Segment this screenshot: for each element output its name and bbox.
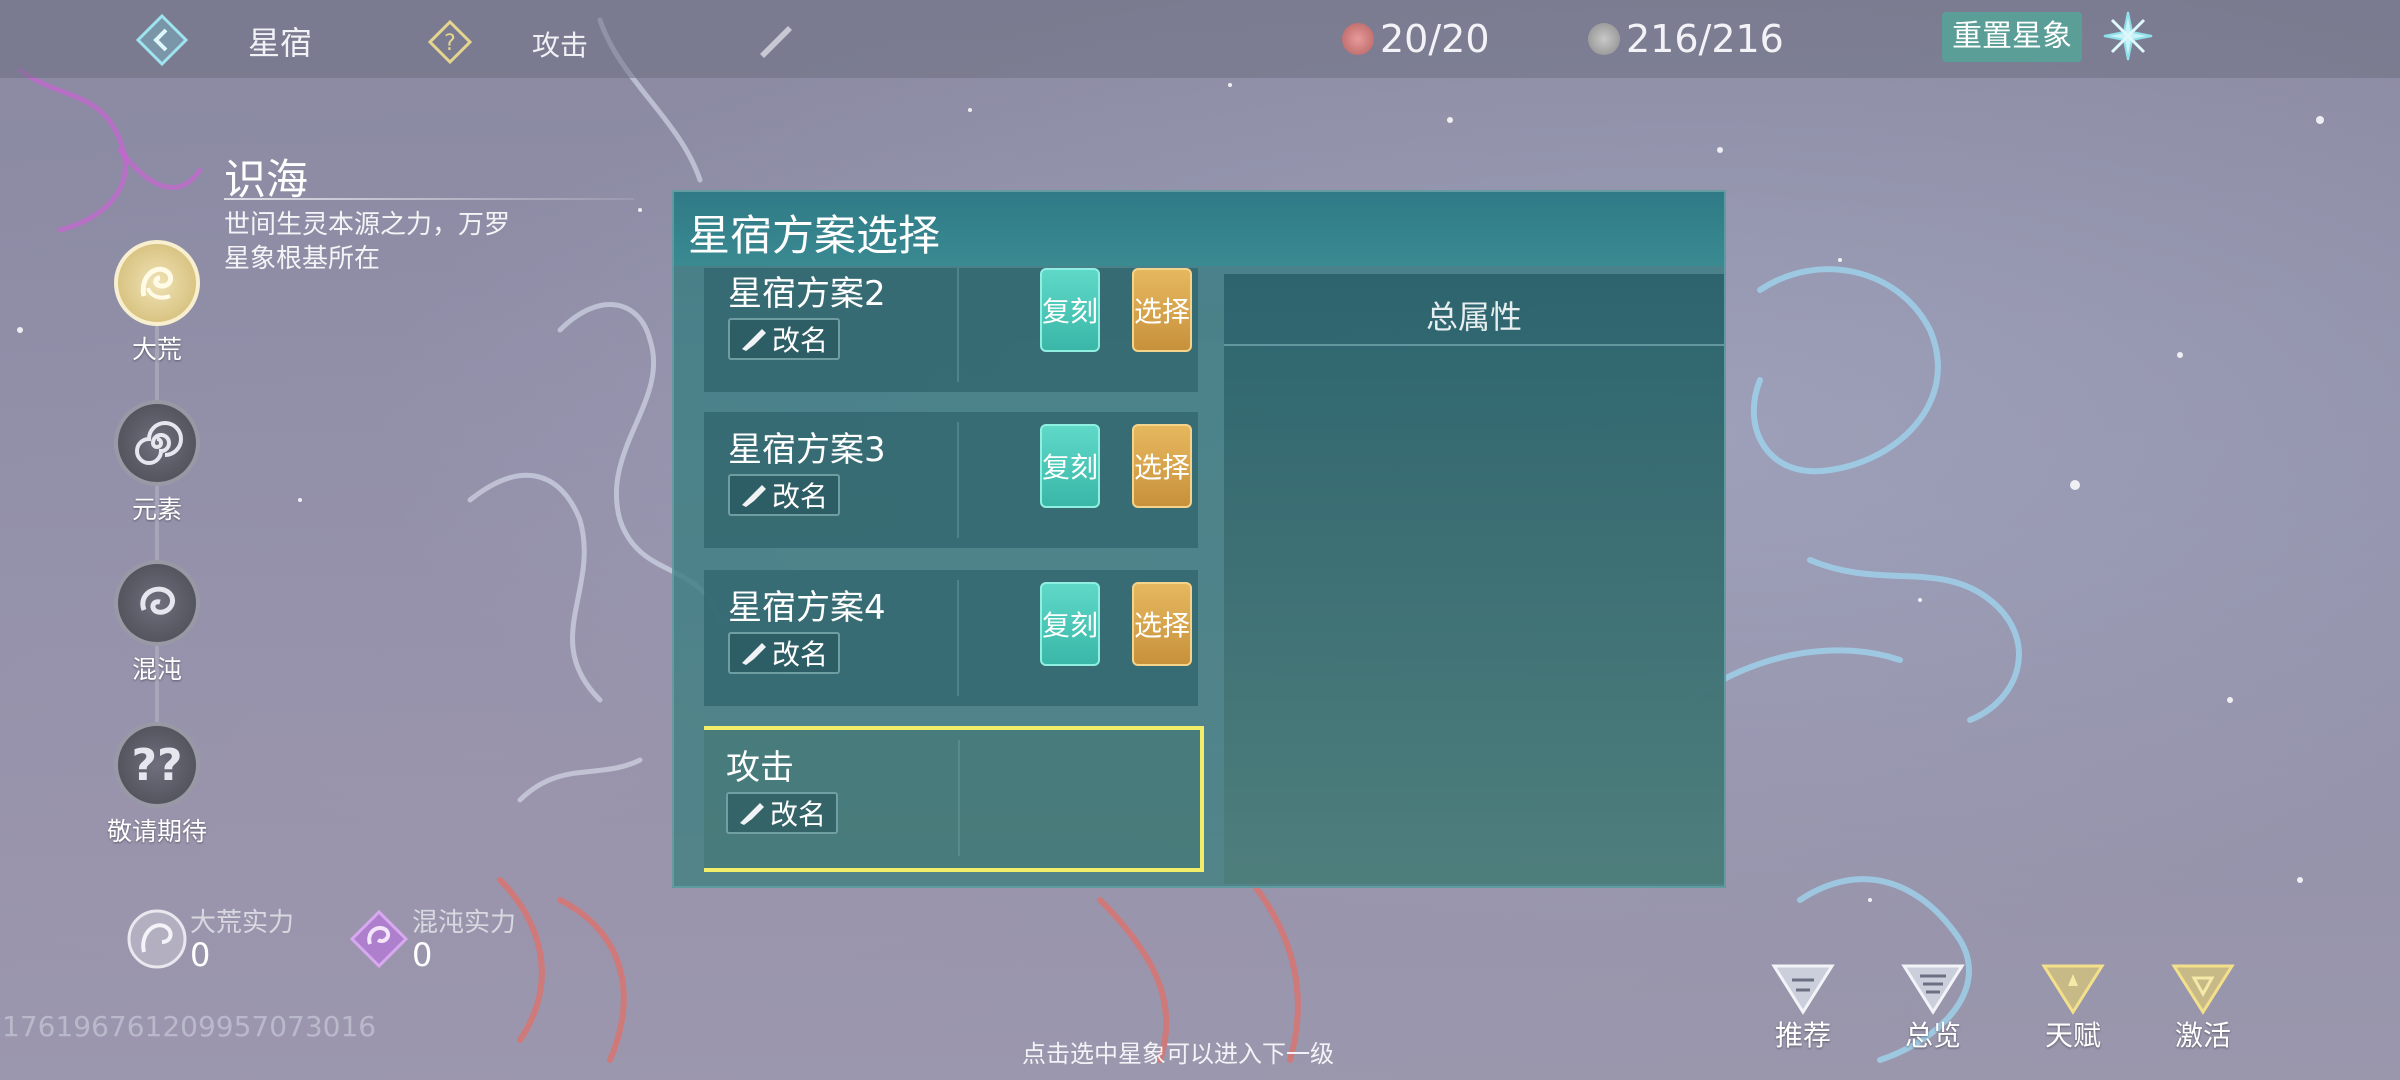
scheme-title: 星宿方案4 bbox=[728, 588, 886, 628]
scheme-title: 攻击 bbox=[726, 748, 794, 788]
nav-item-elements[interactable]: 元素 bbox=[77, 400, 237, 526]
nav-item-dahuang[interactable]: 大荒 bbox=[77, 240, 237, 366]
reset-constellation-button[interactable]: 重置星象 bbox=[1942, 12, 2082, 62]
scheme-row-selected[interactable]: 攻击 改名 bbox=[704, 726, 1204, 872]
nav-label-dahuang: 大荒 bbox=[131, 335, 182, 364]
nav-item-coming-soon[interactable]: ?? 敬请期待 bbox=[77, 722, 237, 848]
activate-label: 激活 bbox=[2174, 1019, 2231, 1052]
scheme-row[interactable]: 星宿方案3 改名 复刻 选择 bbox=[704, 412, 1198, 548]
svg-text:?: ? bbox=[444, 31, 456, 56]
pen-icon bbox=[741, 485, 766, 507]
user-id: 1761967612099570730​16 bbox=[2, 1010, 377, 1043]
red-gem-icon bbox=[1342, 23, 1374, 55]
scheme-row[interactable]: 星宿方案2 改名 复刻 选择 bbox=[704, 268, 1198, 392]
rename-button[interactable]: 改名 bbox=[728, 474, 840, 516]
silver-gem-icon bbox=[1588, 23, 1620, 55]
talent-button[interactable]: 天赋 bbox=[2018, 960, 2128, 1054]
row-divider bbox=[957, 422, 959, 538]
scheme-selection-panel: 星宿方案选择 星宿方案2 改名 复刻 选择 星宿方案3 改名 复刻 选择 星宿方… bbox=[672, 190, 1726, 888]
overview-label: 总览 bbox=[1904, 1019, 1961, 1052]
chaos-swirl-icon bbox=[114, 560, 200, 646]
total-attributes-panel: 总属性 bbox=[1224, 274, 1724, 884]
pen-icon bbox=[741, 329, 766, 351]
rename-label: 改名 bbox=[771, 324, 828, 357]
hint-text: 点击选中星象可以进入下一级 bbox=[1022, 1040, 1334, 1068]
pen-icon bbox=[739, 803, 764, 825]
talent-label: 天赋 bbox=[2044, 1019, 2101, 1052]
copy-button[interactable]: 复刻 bbox=[1040, 424, 1100, 508]
copy-button[interactable]: 复刻 bbox=[1040, 268, 1100, 352]
rename-label: 改名 bbox=[771, 638, 828, 671]
talent-icon bbox=[2041, 964, 2105, 1015]
chaos-power: 混沌实力 0 bbox=[348, 908, 516, 972]
section-description: 世间生灵本源之力，万罗星象根基所在 bbox=[224, 210, 511, 274]
activate-button[interactable]: 激活 bbox=[2148, 960, 2258, 1054]
scheme-title: 星宿方案3 bbox=[728, 430, 886, 470]
scheme-title: 星宿方案2 bbox=[728, 274, 886, 314]
resource-counter-1: 20/20 bbox=[1342, 14, 1490, 64]
panel-header: 星宿方案选择 bbox=[674, 192, 1724, 266]
choose-button[interactable]: 选择 bbox=[1132, 424, 1192, 508]
dahuang-power: 大荒实力 0 bbox=[126, 908, 294, 972]
row-divider bbox=[957, 268, 959, 382]
row-divider bbox=[958, 740, 960, 856]
choose-button[interactable]: 选择 bbox=[1132, 268, 1192, 352]
power-label: 混沌实力 bbox=[412, 908, 517, 938]
resource-counter-2: 216/216 bbox=[1588, 14, 1784, 64]
power-value: 0 bbox=[190, 936, 211, 974]
activate-icon bbox=[2171, 964, 2235, 1015]
rename-button[interactable]: 改名 bbox=[728, 632, 840, 674]
chaos-power-icon bbox=[349, 909, 409, 969]
rename-label: 改名 bbox=[771, 480, 828, 513]
current-scheme-name[interactable]: 攻击 bbox=[532, 24, 588, 64]
total-attributes-title: 总属性 bbox=[1425, 298, 1522, 336]
question-marks-icon: ?? bbox=[114, 722, 200, 808]
recommend-label: 推荐 bbox=[1774, 1019, 1831, 1052]
recommend-icon bbox=[1771, 964, 1835, 1015]
choose-button[interactable]: 选择 bbox=[1132, 582, 1192, 666]
dahuang-power-icon bbox=[127, 909, 187, 969]
power-label: 大荒实力 bbox=[190, 908, 295, 938]
back-button-icon[interactable] bbox=[136, 14, 188, 66]
rename-button[interactable]: 改名 bbox=[726, 792, 838, 834]
recommend-button[interactable]: 推荐 bbox=[1748, 960, 1858, 1054]
nav-label-elements: 元素 bbox=[131, 495, 182, 524]
scheme-row[interactable]: 星宿方案4 改名 复刻 选择 bbox=[704, 570, 1198, 706]
help-icon[interactable]: ? bbox=[428, 20, 472, 64]
spiral-icon bbox=[114, 400, 200, 486]
scheme-list[interactable]: 星宿方案2 改名 复刻 选择 星宿方案3 改名 复刻 选择 星宿方案4 改名 复… bbox=[704, 268, 1204, 884]
page-title: 星宿 bbox=[248, 24, 313, 62]
nav-item-chaos[interactable]: 混沌 bbox=[77, 560, 237, 686]
rename-label: 改名 bbox=[769, 798, 826, 831]
constellation-star-icon[interactable] bbox=[2100, 8, 2156, 64]
row-divider bbox=[957, 580, 959, 696]
resource-2-value: 216/216 bbox=[1626, 17, 1784, 61]
overview-icon bbox=[1901, 964, 1965, 1015]
attributes-divider bbox=[1224, 344, 1724, 346]
dahuang-icon bbox=[114, 240, 200, 326]
copy-button[interactable]: 复刻 bbox=[1040, 582, 1100, 666]
rename-button[interactable]: 改名 bbox=[728, 318, 840, 360]
title-divider bbox=[224, 198, 634, 200]
edit-pen-icon[interactable] bbox=[752, 18, 796, 62]
overview-button[interactable]: 总览 bbox=[1878, 960, 1988, 1054]
nav-label-chaos: 混沌 bbox=[131, 655, 182, 684]
power-value: 0 bbox=[412, 936, 433, 974]
panel-title: 星宿方案选择 bbox=[688, 211, 941, 260]
pen-icon bbox=[741, 643, 766, 665]
resource-1-value: 20/20 bbox=[1380, 17, 1490, 61]
nav-label-coming-soon: 敬请期待 bbox=[106, 817, 207, 846]
